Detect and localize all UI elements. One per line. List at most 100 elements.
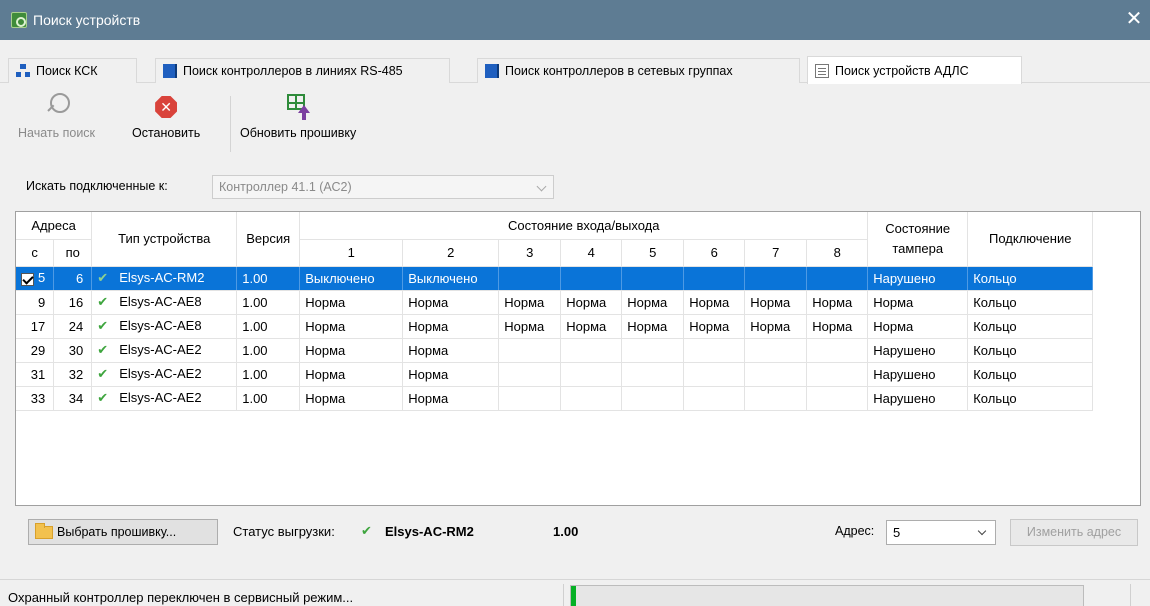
cell-io-4[interactable] xyxy=(560,338,623,363)
cell-io-3[interactable]: Норма xyxy=(498,314,562,339)
cell-io-6[interactable] xyxy=(683,338,746,363)
cell-io-4[interactable] xyxy=(560,266,623,291)
cell-io-3[interactable] xyxy=(498,338,562,363)
row-checkbox[interactable] xyxy=(21,272,34,286)
tab-adls-search[interactable]: Поиск устройств АДЛС xyxy=(807,56,1022,84)
cell-connection[interactable]: Кольцо xyxy=(967,266,1094,291)
cell-device-type[interactable]: ✔ Elsys-AC-AE2 xyxy=(91,386,238,411)
cell-address-from[interactable]: 17 xyxy=(16,314,55,339)
cell-address-to[interactable]: 16 xyxy=(53,290,93,315)
header-device-type[interactable]: Тип устройства xyxy=(91,212,238,267)
cell-io-1[interactable]: Норма xyxy=(299,386,404,411)
cell-io-4[interactable]: Норма xyxy=(560,290,623,315)
table-row[interactable]: 33 34 ✔ Elsys-AC-AE2 1.00 Норма Норма Нарушено К… xyxy=(16,386,1094,411)
cell-io-5[interactable] xyxy=(621,338,685,363)
cell-io-4[interactable] xyxy=(560,362,623,387)
table-row[interactable]: 9 16 ✔ Elsys-AC-AE8 1.00 Норма Норма Норма Норма… xyxy=(16,290,1094,315)
header-io-8[interactable]: 8 xyxy=(806,239,869,267)
header-version[interactable]: Версия xyxy=(236,212,301,267)
cell-io-1[interactable]: Норма xyxy=(299,338,404,363)
cell-io-1[interactable]: Норма xyxy=(299,290,404,315)
header-io-7[interactable]: 7 xyxy=(744,239,808,267)
update-firmware-button[interactable]: Обновить прошивку xyxy=(240,92,356,140)
cell-address-from[interactable]: 33 xyxy=(16,386,55,411)
cell-address-to[interactable]: 24 xyxy=(53,314,93,339)
header-io-state[interactable]: Состояние входа/выхода xyxy=(299,212,869,240)
cell-io-8[interactable] xyxy=(806,338,869,363)
cell-connection[interactable]: Кольцо xyxy=(967,386,1094,411)
cell-io-3[interactable]: Норма xyxy=(498,290,562,315)
cell-io-8[interactable] xyxy=(806,386,869,411)
cell-address-to[interactable]: 30 xyxy=(53,338,93,363)
change-address-button[interactable]: Изменить адрес xyxy=(1010,519,1138,546)
cell-io-4[interactable]: Норма xyxy=(560,314,623,339)
cell-connection[interactable]: Кольцо xyxy=(967,290,1094,315)
cell-io-5[interactable] xyxy=(621,386,685,411)
cell-io-7[interactable] xyxy=(744,362,808,387)
cell-io-7[interactable]: Норма xyxy=(744,290,808,315)
header-io-6[interactable]: 6 xyxy=(683,239,746,267)
cell-address-from[interactable]: 31 xyxy=(16,362,55,387)
cell-address-from[interactable]: 9 xyxy=(16,290,55,315)
cell-device-type[interactable]: ✔ Elsys-AC-AE8 xyxy=(91,290,238,315)
cell-version[interactable]: 1.00 xyxy=(236,266,301,291)
header-io-2[interactable]: 2 xyxy=(402,239,500,267)
cell-io-2[interactable]: Выключено xyxy=(402,266,500,291)
cell-io-6[interactable] xyxy=(683,266,746,291)
tab-ksk-search[interactable]: Поиск КСК xyxy=(8,58,137,83)
start-search-button[interactable]: Начать поиск xyxy=(18,92,95,140)
cell-device-type[interactable]: ✔ Elsys-AC-AE2 xyxy=(91,338,238,363)
cell-io-8[interactable]: Норма xyxy=(806,314,869,339)
table-row[interactable]: 31 32 ✔ Elsys-AC-AE2 1.00 Норма Норма Нарушено К… xyxy=(16,362,1094,387)
cell-io-6[interactable]: Норма xyxy=(683,314,746,339)
cell-io-2[interactable]: Норма xyxy=(402,338,500,363)
cell-io-2[interactable]: Норма xyxy=(402,386,500,411)
tab-rs485-search[interactable]: Поиск контроллеров в линиях RS-485 xyxy=(155,58,450,83)
cell-io-2[interactable]: Норма xyxy=(402,290,500,315)
cell-io-5[interactable]: Норма xyxy=(621,290,685,315)
cell-tamper[interactable]: Нарушено xyxy=(867,386,969,411)
cell-io-3[interactable] xyxy=(498,362,562,387)
cell-device-type[interactable]: ✔ Elsys-AC-AE8 xyxy=(91,314,238,339)
table-row[interactable]: 17 24 ✔ Elsys-AC-AE8 1.00 Норма Норма Норма Норм… xyxy=(16,314,1094,339)
tab-network-groups-search[interactable]: Поиск контроллеров в сетевых группах xyxy=(477,58,800,83)
cell-address-to[interactable]: 34 xyxy=(53,386,93,411)
cell-io-7[interactable] xyxy=(744,338,808,363)
cell-io-4[interactable] xyxy=(560,386,623,411)
cell-io-8[interactable]: Норма xyxy=(806,290,869,315)
header-io-3[interactable]: 3 xyxy=(498,239,562,267)
cell-connection[interactable]: Кольцо xyxy=(967,338,1094,363)
cell-device-type[interactable]: ✔ Elsys-AC-AE2 xyxy=(91,362,238,387)
cell-io-7[interactable] xyxy=(744,386,808,411)
cell-io-1[interactable]: Норма xyxy=(299,314,404,339)
cell-tamper[interactable]: Нарушено xyxy=(867,362,969,387)
header-io-5[interactable]: 5 xyxy=(621,239,685,267)
header-io-1[interactable]: 1 xyxy=(299,239,404,267)
header-tamper[interactable]: Состояние тампера xyxy=(867,212,969,267)
cell-tamper[interactable]: Норма xyxy=(867,314,969,339)
stop-button[interactable]: ✕ Остановить xyxy=(132,92,200,140)
cell-address-from[interactable]: 29 xyxy=(16,338,55,363)
cell-address-to[interactable]: 6 xyxy=(53,266,93,291)
cell-io-7[interactable]: Норма xyxy=(744,314,808,339)
cell-io-3[interactable] xyxy=(498,386,562,411)
header-from[interactable]: с xyxy=(16,239,55,267)
header-connection[interactable]: Подключение xyxy=(967,212,1094,267)
table-row[interactable]: 29 30 ✔ Elsys-AC-AE2 1.00 Норма Норма Нарушено К… xyxy=(16,338,1094,363)
cell-address-to[interactable]: 32 xyxy=(53,362,93,387)
cell-io-6[interactable] xyxy=(683,386,746,411)
cell-tamper[interactable]: Нарушено xyxy=(867,266,969,291)
cell-io-2[interactable]: Норма xyxy=(402,362,500,387)
cell-version[interactable]: 1.00 xyxy=(236,386,301,411)
search-target-select[interactable]: Контроллер 41.1 (АС2) xyxy=(212,175,554,199)
cell-tamper[interactable]: Нарушено xyxy=(867,338,969,363)
cell-io-2[interactable]: Норма xyxy=(402,314,500,339)
cell-connection[interactable]: Кольцо xyxy=(967,362,1094,387)
cell-io-1[interactable]: Выключено xyxy=(299,266,404,291)
cell-address-from[interactable]: 5 xyxy=(16,266,55,291)
header-addresses[interactable]: Адреса xyxy=(16,212,93,240)
cell-tamper[interactable]: Норма xyxy=(867,290,969,315)
cell-io-5[interactable] xyxy=(621,362,685,387)
cell-io-3[interactable] xyxy=(498,266,562,291)
cell-io-6[interactable]: Норма xyxy=(683,290,746,315)
